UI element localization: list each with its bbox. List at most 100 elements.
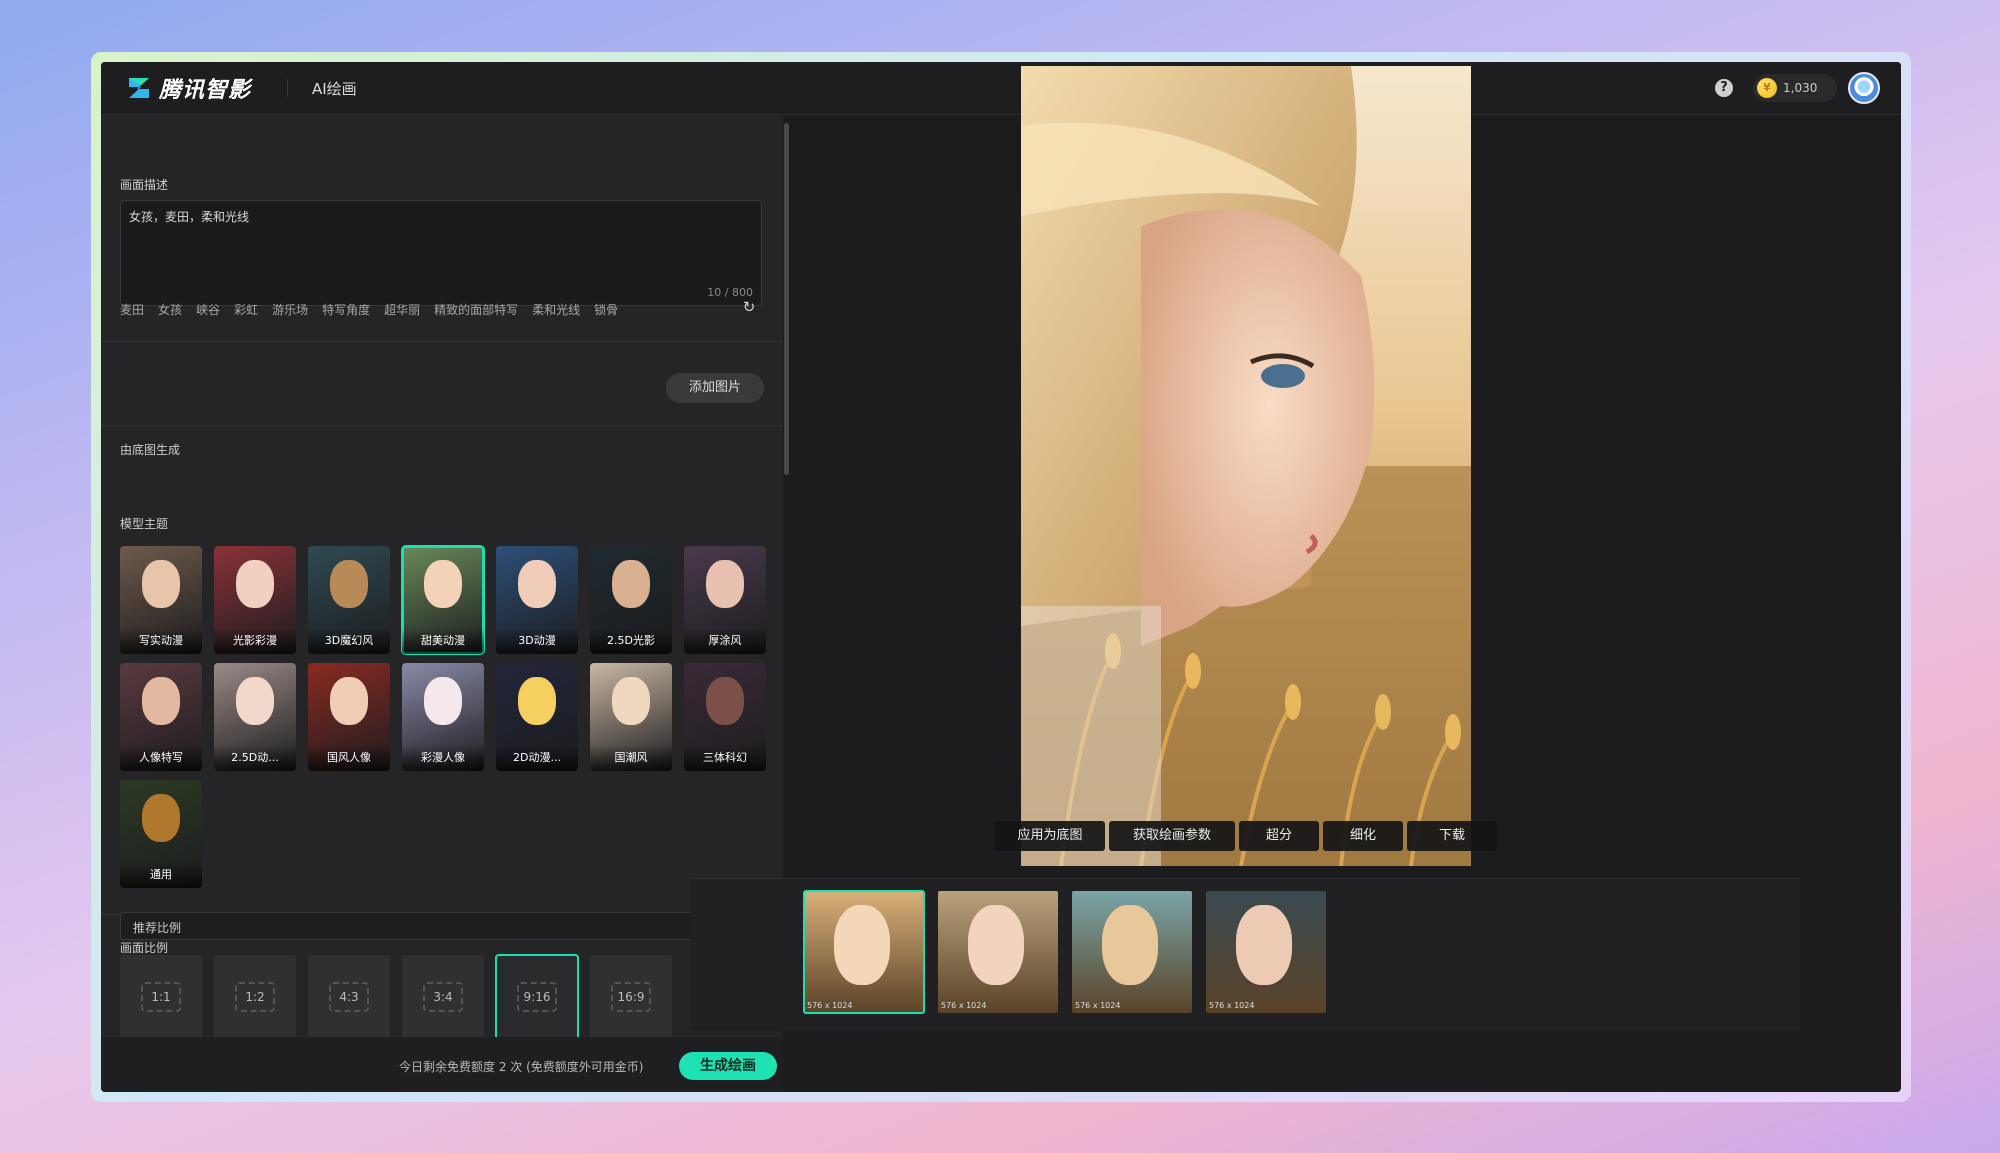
prompt-section-title: 画面描述: [120, 178, 169, 192]
chip[interactable]: 游乐场: [272, 301, 308, 319]
model-tile[interactable]: 人像特写: [120, 663, 202, 771]
ratio-dropdown-value: 推荐比例: [133, 921, 182, 935]
model-preview: [142, 560, 180, 608]
model-label: 通用: [120, 862, 202, 888]
scroll-thumb[interactable]: [784, 123, 789, 475]
model-preview: [612, 677, 650, 725]
model-tile[interactable]: 彩漫人像: [402, 663, 484, 771]
page-title: AI绘画: [312, 80, 357, 98]
ratio-option[interactable]: 1:1: [120, 955, 202, 1039]
model-label: 甜美动漫: [402, 628, 484, 654]
history-thumbnail[interactable]: 576 x 1024: [938, 891, 1058, 1013]
prompt-text: 女孩，麦田，柔和光线: [129, 210, 250, 224]
model-tile[interactable]: 国潮风: [590, 663, 672, 771]
chip[interactable]: 特写角度: [322, 301, 370, 319]
model-label: 光影彩漫: [214, 628, 296, 654]
ratio-option[interactable]: 9:16: [495, 954, 579, 1040]
chip[interactable]: 精致的面部特写: [434, 301, 518, 319]
prompt-suggestion-chips: 麦田 女孩 峡谷 彩虹 游乐场 特写角度 超华丽 精致的面部特写 柔和光线 锁骨: [120, 301, 618, 319]
model-tile[interactable]: 2D动漫...: [496, 663, 578, 771]
model-section-title: 模型主题: [120, 517, 169, 531]
ratio-option-label: 1:2: [235, 982, 275, 1012]
chip[interactable]: 超华丽: [384, 301, 420, 319]
upscale-button[interactable]: 超分: [1239, 821, 1319, 851]
model-label: 2D动漫...: [496, 745, 578, 771]
thumbnail-resolution: 576 x 1024: [941, 1001, 987, 1010]
prompt-textarea[interactable]: 女孩，麦田，柔和光线 10 / 800: [120, 200, 762, 306]
ratio-option[interactable]: 16:9: [590, 955, 672, 1039]
thumbnail-face: [968, 905, 1024, 985]
question-icon[interactable]: ?: [1715, 79, 1733, 97]
model-tile[interactable]: 甜美动漫: [401, 545, 485, 655]
download-button[interactable]: 下载: [1407, 821, 1497, 851]
model-tile[interactable]: 3D动漫: [496, 546, 578, 654]
ratio-option-label: 4:3: [329, 982, 369, 1012]
model-preview: [236, 560, 274, 608]
apply-as-base-button[interactable]: 应用为底图: [995, 821, 1105, 851]
history-thumbnail[interactable]: 576 x 1024: [1206, 891, 1326, 1013]
chip[interactable]: 锁骨: [594, 301, 618, 319]
model-tile[interactable]: 厚涂风: [684, 546, 766, 654]
section-divider: [101, 425, 783, 426]
chip[interactable]: 峡谷: [196, 301, 220, 319]
model-tile[interactable]: 三体科幻: [684, 663, 766, 771]
refresh-icon[interactable]: ↻: [741, 299, 757, 315]
generated-image[interactable]: [1021, 66, 1471, 866]
ratio-option[interactable]: 3:4: [402, 955, 484, 1039]
ratio-option[interactable]: 4:3: [308, 955, 390, 1039]
ratio-section-title: 画面比例: [120, 941, 169, 955]
thumbnail-resolution: 576 x 1024: [1209, 1001, 1255, 1010]
model-preview: [612, 560, 650, 608]
model-tile[interactable]: 2.5D动...: [214, 663, 296, 771]
brand-name[interactable]: 腾讯智影: [159, 72, 251, 104]
model-tile[interactable]: 2.5D光影: [590, 546, 672, 654]
settings-panel: 画面描述 女孩，麦田，柔和光线 10 / 800 麦田 女孩 峡谷 彩虹 游乐场…: [101, 115, 783, 1092]
model-preview: [236, 677, 274, 725]
model-label: 写实动漫: [120, 628, 202, 654]
model-label: 三体科幻: [684, 745, 766, 771]
chip[interactable]: 麦田: [120, 301, 144, 319]
ratio-option[interactable]: 1:2: [214, 955, 296, 1039]
model-tile[interactable]: 3D魔幻风: [308, 546, 390, 654]
model-label: 人像特写: [120, 745, 202, 771]
ratio-option-label: 1:1: [141, 982, 181, 1012]
model-label: 国风人像: [308, 745, 390, 771]
model-preview: [330, 560, 368, 608]
thumbnail-face: [1236, 905, 1292, 985]
thumbnail-resolution: 576 x 1024: [1075, 1001, 1121, 1010]
zhiying-logo-icon[interactable]: [127, 76, 151, 100]
refine-button[interactable]: 细化: [1323, 821, 1403, 851]
model-tile[interactable]: 写实动漫: [120, 546, 202, 654]
model-label: 国潮风: [590, 745, 672, 771]
user-avatar[interactable]: [1848, 72, 1880, 104]
model-tile[interactable]: 通用: [120, 780, 202, 888]
model-label: 2.5D动...: [214, 745, 296, 771]
gold-coin-icon: ¥: [1757, 78, 1777, 98]
generate-button[interactable]: 生成绘画: [679, 1052, 777, 1080]
model-label: 3D魔幻风: [308, 628, 390, 654]
model-label: 厚涂风: [684, 628, 766, 654]
model-tile[interactable]: 光影彩漫: [214, 546, 296, 654]
ratio-dropdown[interactable]: 推荐比例 ⌄: [120, 912, 764, 940]
history-thumbnail[interactable]: 576 x 1024: [1072, 891, 1192, 1013]
model-preview: [142, 677, 180, 725]
model-label: 彩漫人像: [402, 745, 484, 771]
model-preview: [518, 560, 556, 608]
model-tile[interactable]: 国风人像: [308, 663, 390, 771]
section-divider: [101, 341, 783, 342]
thumbnail-face: [834, 905, 890, 985]
model-preview: [706, 560, 744, 608]
base-image-title: 由底图生成: [120, 443, 181, 457]
history-thumbnail[interactable]: 576 x 1024: [803, 890, 925, 1014]
chip[interactable]: 柔和光线: [532, 301, 580, 319]
generate-bar: 今日剩余免费额度 2 次 (免费额度外可用金币) 生成绘画: [101, 1037, 783, 1092]
model-preview: [706, 677, 744, 725]
get-params-button[interactable]: 获取绘画参数: [1109, 821, 1235, 851]
model-preview: [330, 677, 368, 725]
free-quota-text: 今日剩余免费额度 2 次 (免费额度外可用金币): [399, 1060, 644, 1074]
coin-balance[interactable]: ¥ 1,030: [1753, 74, 1837, 102]
top-bar: 腾讯智影 AI绘画 ? ¥ 1,030: [101, 62, 1901, 115]
chip[interactable]: 彩虹: [234, 301, 258, 319]
chip[interactable]: 女孩: [158, 301, 182, 319]
add-image-button[interactable]: 添加图片: [666, 373, 764, 403]
